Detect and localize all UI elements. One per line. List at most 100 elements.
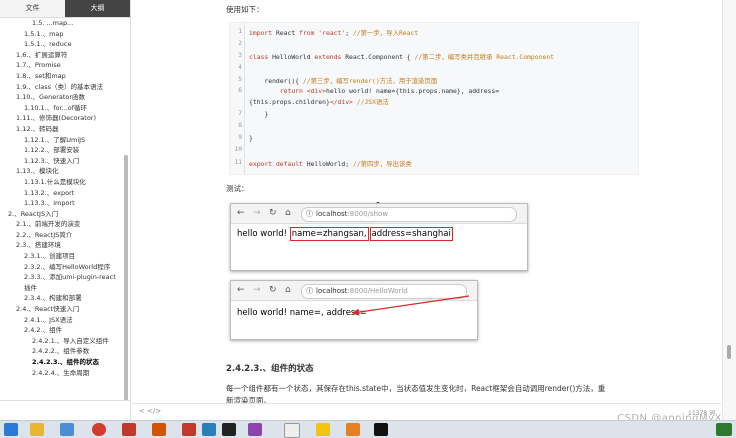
usage-text: 使用如下： xyxy=(226,5,264,14)
code-line: } xyxy=(249,134,253,142)
file-explorer-icon[interactable] xyxy=(30,423,44,436)
outline-item[interactable]: 1.12.3.、快速入门 xyxy=(0,156,130,167)
outline-item[interactable]: 1.8.、set和map xyxy=(0,71,130,82)
test-label: 测试： xyxy=(226,184,249,193)
outline-sidebar: 文件 大纲 1.5. ...map... 1.5.1.、map 1.5.1.、red… xyxy=(0,0,131,420)
app-icon[interactable] xyxy=(202,423,216,436)
taskbar xyxy=(0,420,736,438)
line-number: 6 xyxy=(238,87,242,94)
outline-item[interactable]: 1.12.2.、部署安装 xyxy=(0,145,130,156)
sidebar-tabs: 文件 大纲 xyxy=(0,0,130,18)
outline-item[interactable]: 2.1.、前端开发的演变 xyxy=(0,219,130,230)
outline-item[interactable]: 2.4.2.4.、生命周期 xyxy=(0,368,130,379)
line-number: 7 xyxy=(238,110,242,117)
home-icon: ⌂ xyxy=(285,208,291,218)
document-scrollbar[interactable] xyxy=(722,0,736,420)
outline-item[interactable]: 2.3.、搭建环境 xyxy=(0,240,130,251)
reload-icon: ↻ xyxy=(269,208,277,218)
outline-item[interactable]: 2.3.2.、编写HelloWorld程序 xyxy=(0,262,130,273)
line-number: 5 xyxy=(238,76,242,83)
outline-item[interactable]: 1.12.、转码器 xyxy=(0,124,130,135)
outline-item[interactable]: 1.11.、修饰器(Decorator) xyxy=(0,113,130,124)
outline-item[interactable]: 2.4.2.1.、导入自定义组件 xyxy=(0,336,130,347)
code-line: render(){ //第三步，编写render()方法，用于渲染页面 xyxy=(249,77,438,85)
outline-item[interactable]: 2.4.2.3.、组件的状态 xyxy=(0,357,130,368)
info-icon: ⓘ xyxy=(306,210,313,218)
line-number: 4 xyxy=(238,64,242,71)
line-number: 2 xyxy=(238,40,242,47)
code-line: return <div>hello world! name={this.prop… xyxy=(279,87,500,95)
app-icon[interactable] xyxy=(182,423,196,436)
intellij-icon[interactable] xyxy=(222,423,236,436)
line-number: 10 xyxy=(234,146,242,153)
section-heading: 2.4.2.3.、组件的状态 xyxy=(226,364,314,374)
url-host: localhost xyxy=(316,210,348,218)
code-line: } xyxy=(249,110,269,118)
address-bar: ⓘ localhost:8000/show xyxy=(301,207,517,222)
outline-item[interactable]: 2.3.3.、添加umi-plugin-react xyxy=(0,272,130,283)
outline-item[interactable]: 插件 xyxy=(0,283,130,294)
tab-files[interactable]: 文件 xyxy=(0,0,65,17)
output-prefix: hello world! xyxy=(237,229,290,239)
tray-icon[interactable] xyxy=(716,423,732,436)
outline-item[interactable]: 1.13.、模块化 xyxy=(0,166,130,177)
outline-item[interactable]: 2.、ReactJS入门 xyxy=(0,209,130,220)
app-icon[interactable] xyxy=(316,423,330,436)
paragraph-line-1: 每一个组件都有一个状态，其保存在this.state中，当状态值发生变化时，Re… xyxy=(226,384,606,393)
outline-item[interactable]: 1.10.1.、for...of循环 xyxy=(0,103,130,114)
tab-outline[interactable]: 大纲 xyxy=(65,0,130,17)
typora-icon[interactable] xyxy=(284,423,300,438)
back-icon: ← xyxy=(237,208,245,218)
line-number: 3 xyxy=(238,52,242,59)
code-line: import React from 'react'; //第一步，导入React xyxy=(249,29,419,37)
scroll-thumb[interactable] xyxy=(727,345,731,359)
red-arrow-annotation xyxy=(351,295,470,316)
outline-item[interactable]: 1.9.、class（类）的基本语法 xyxy=(0,82,130,93)
address-highlight: address=shanghai xyxy=(369,227,453,241)
app-icon[interactable] xyxy=(346,423,360,436)
code-line: class HelloWorld extends React.Component… xyxy=(249,53,555,61)
outline-item[interactable]: 1.13.1.什么是模块化 xyxy=(0,177,130,188)
outline-item[interactable]: 1.6.、扩展运算符 xyxy=(0,50,130,61)
app-icon[interactable] xyxy=(152,423,166,436)
browser-screenshot-helloworld: ← → ↻ ⌂ ⓘ localhost:8000/HelloWorld hell… xyxy=(230,280,478,340)
code-line: export default HelloWorld; //第四步，导出该类 xyxy=(249,160,412,168)
code-block[interactable]: 1 import React from 'react'; //第一步，导入Reac… xyxy=(229,22,639,175)
forward-icon: → xyxy=(253,208,261,218)
outline-item[interactable]: 1.13.2.、export xyxy=(0,188,130,199)
line-number: 11 xyxy=(234,159,242,166)
outline-item[interactable]: 1.5.1.、reduce xyxy=(0,39,130,50)
sidebar-footer xyxy=(0,400,130,420)
code-line: {this.props.children}</div> //JSX语法 xyxy=(249,98,389,106)
line-number: 1 xyxy=(238,28,242,35)
start-icon[interactable] xyxy=(4,423,18,436)
browser-output: hello world! name=zhangsan, address=shang… xyxy=(237,227,453,241)
outline-item[interactable]: 2.2.、ReactJS简介 xyxy=(0,230,130,241)
line-number: 8 xyxy=(238,122,242,129)
outline-item[interactable]: 1.5.1.、map xyxy=(0,29,130,40)
app-icon[interactable] xyxy=(248,423,262,436)
chrome-icon[interactable] xyxy=(92,423,106,436)
outline-item[interactable]: 2.4.1.、JSX语法 xyxy=(0,315,130,326)
app-icon[interactable] xyxy=(60,423,74,436)
browser-toolbar: ← → ↻ ⌂ ⓘ localhost:8000/show xyxy=(231,204,527,224)
outline-item[interactable]: 1.10.、Generator函数 xyxy=(0,92,130,103)
source-toggle[interactable]: < </> xyxy=(139,407,161,415)
outline-item[interactable]: 1.12.1.、了解UmiJS xyxy=(0,135,130,146)
outline-item[interactable]: 2.4.2.2.、组件参数 xyxy=(0,346,130,357)
outline-item[interactable]: 1.7.、Promise xyxy=(0,60,130,71)
url-path: :8000/show xyxy=(347,210,389,218)
outline-item[interactable]: 2.4.2.、组件 xyxy=(0,325,130,336)
document-area[interactable]: 使用如下： 1 import React from 'react'; //第一步，… xyxy=(131,0,721,420)
sidebar-scrollbar[interactable] xyxy=(124,155,128,410)
outline-item[interactable]: 2.3.1.、创建项目 xyxy=(0,251,130,262)
outline-item[interactable]: 2.4.、React快速入门 xyxy=(0,304,130,315)
browser-screenshot-show: ← → ↻ ⌂ ⓘ localhost:8000/show hello worl… xyxy=(230,203,528,271)
terminal-icon[interactable] xyxy=(374,423,388,436)
outline-item[interactable]: 1.5. ...map... xyxy=(0,18,130,29)
name-highlight: name=zhangsan, xyxy=(289,227,369,241)
line-number: 9 xyxy=(238,134,242,141)
xmind-icon[interactable] xyxy=(122,423,136,436)
outline-item[interactable]: 1.13.3.、import xyxy=(0,198,130,209)
outline-item[interactable]: 2.3.4.、构建和部署 xyxy=(0,293,130,304)
